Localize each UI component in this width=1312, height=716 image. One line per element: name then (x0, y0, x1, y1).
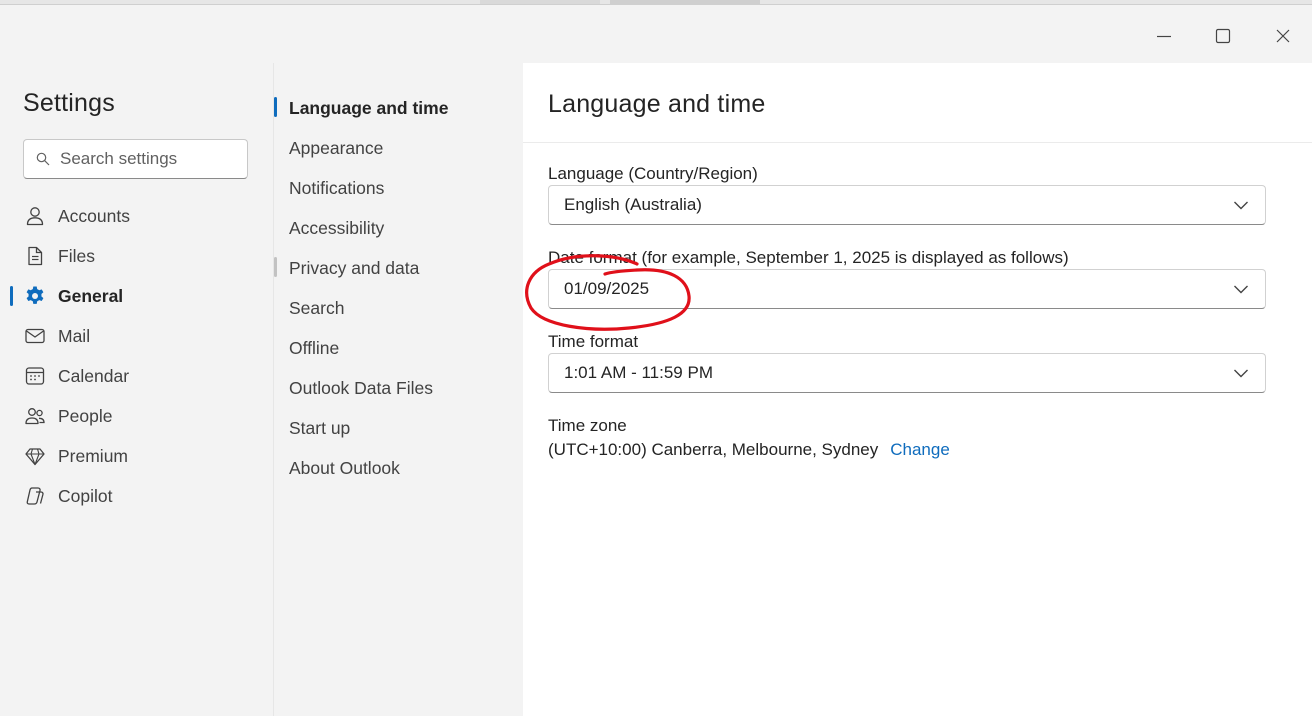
search-icon (36, 152, 50, 166)
nav-item-label: People (58, 405, 113, 426)
chevron-down-icon (1234, 369, 1248, 378)
time-zone-value: (UTC+10:00) Canberra, Melbourne, Sydney (548, 440, 879, 459)
document-icon (23, 244, 47, 268)
nav-item-general[interactable]: General (23, 280, 123, 312)
minimize-button[interactable] (1148, 21, 1180, 51)
search-box[interactable] (23, 139, 248, 179)
nav-item-accounts[interactable]: Accounts (23, 200, 130, 232)
chevron-down-icon (1234, 285, 1248, 294)
gear-icon (23, 284, 47, 308)
subnav-outlook-data-files[interactable]: Outlook Data Files (289, 373, 433, 403)
people-icon (23, 404, 47, 428)
time-format-value: 1:01 AM - 11:59 PM (564, 363, 713, 382)
close-button[interactable] (1267, 21, 1299, 51)
date-format-label: Date format (for example, September 1, 2… (548, 248, 1069, 267)
active-nav-indicator (10, 286, 13, 306)
subnav-search[interactable]: Search (289, 293, 344, 323)
content-pane: Language and time Language (Country/Regi… (523, 63, 1312, 716)
date-format-value: 01/09/2025 (564, 279, 650, 298)
settings-window: Settings Accounts Files Ge (0, 0, 1312, 716)
general-subnav: Language and time Appearance Notificatio… (273, 63, 523, 716)
nav-item-label: General (58, 285, 124, 306)
nav-item-label: Calendar (58, 365, 130, 386)
active-subnav-indicator (274, 97, 277, 117)
date-format-dropdown[interactable]: 01/09/2025 (548, 269, 1266, 309)
time-format-label: Time format (548, 332, 639, 351)
subnav-notifications[interactable]: Notifications (289, 173, 384, 203)
time-format-dropdown[interactable]: 1:01 AM - 11:59 PM (548, 353, 1266, 393)
nav-item-people[interactable]: People (23, 400, 113, 432)
language-dropdown[interactable]: English (Australia) (548, 185, 1266, 225)
scroll-indicator[interactable] (274, 257, 277, 277)
subnav-about-outlook[interactable]: About Outlook (289, 453, 400, 483)
mail-icon (23, 324, 47, 348)
language-value: English (Australia) (564, 195, 702, 214)
subnav-language-and-time[interactable]: Language and time (289, 93, 448, 123)
chevron-down-icon (1234, 201, 1248, 210)
calendar-icon (23, 364, 47, 388)
page-title: Language and time (548, 90, 766, 118)
subnav-start-up[interactable]: Start up (289, 413, 350, 443)
settings-title: Settings (23, 89, 115, 117)
language-label: Language (Country/Region) (548, 164, 758, 183)
subnav-offline[interactable]: Offline (289, 333, 339, 363)
nav-item-label: Accounts (58, 205, 130, 226)
close-icon (1276, 29, 1290, 43)
nav-item-label: Mail (58, 325, 91, 346)
content-header: Language and time (523, 63, 1312, 143)
subnav-accessibility[interactable]: Accessibility (289, 213, 384, 243)
maximize-icon (1215, 28, 1231, 44)
search-input[interactable] (60, 149, 240, 169)
minimize-icon (1157, 35, 1171, 38)
nav-item-premium[interactable]: Premium (23, 440, 128, 472)
subnav-appearance[interactable]: Appearance (289, 133, 383, 163)
time-zone-row: (UTC+10:00) Canberra, Melbourne, Sydney C… (548, 440, 950, 460)
nav-item-label: Copilot (58, 485, 113, 506)
time-zone-label: Time zone (548, 416, 627, 435)
person-icon (23, 204, 47, 228)
nav-item-files[interactable]: Files (23, 240, 95, 272)
subnav-privacy-and-data[interactable]: Privacy and data (289, 253, 419, 283)
change-time-zone-link[interactable]: Change (890, 440, 950, 459)
nav-item-calendar[interactable]: Calendar (23, 360, 129, 392)
nav-item-copilot[interactable]: Copilot (23, 480, 112, 512)
nav-item-label: Premium (58, 445, 129, 466)
title-bar (0, 5, 1312, 63)
nav-item-label: Files (58, 245, 95, 266)
nav-item-mail[interactable]: Mail (23, 320, 90, 352)
maximize-button[interactable] (1207, 21, 1239, 51)
copilot-icon (23, 484, 47, 508)
settings-nav: Settings Accounts Files Ge (0, 63, 273, 716)
diamond-icon (23, 444, 47, 468)
